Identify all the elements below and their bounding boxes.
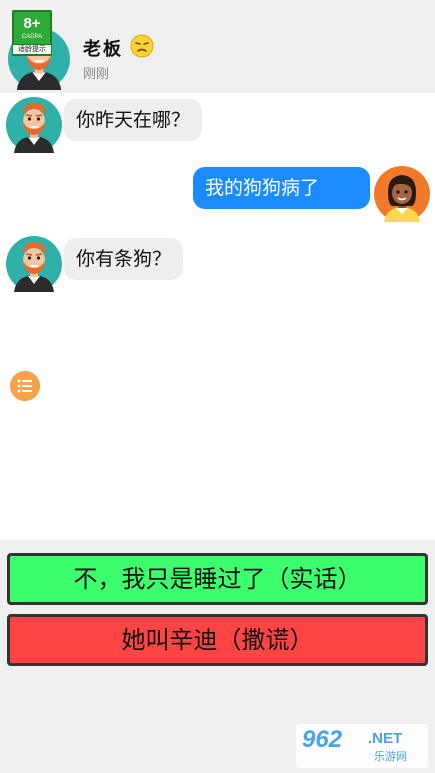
- age-rating-badge: 8+ CADPA 适龄提示: [12, 10, 52, 56]
- list-menu-icon[interactable]: [10, 371, 40, 401]
- truth-choice-button[interactable]: 不，我只是睡过了（实话）: [7, 553, 428, 605]
- player-avatar: [374, 166, 430, 222]
- worried-face-icon: [130, 34, 154, 58]
- site-watermark: 962 .NET 乐游网: [296, 724, 428, 768]
- age-rating-tip: 适龄提示: [12, 44, 52, 55]
- age-rating-code: CADPA: [21, 34, 43, 40]
- boss-avatar: [6, 236, 62, 292]
- message-bubble-incoming: 你有条狗？: [64, 238, 184, 280]
- chat-header: 8+ CADPA 适龄提示 老板 刚刚: [0, 0, 435, 93]
- boss-avatar: [6, 97, 62, 153]
- watermark-domain: .NET: [368, 730, 403, 747]
- message-bubble-outgoing: 我的狗狗病了: [193, 167, 370, 209]
- contact-name: 老板: [83, 39, 123, 60]
- age-rating-number: 8+: [23, 15, 41, 32]
- watermark-brand: 962: [302, 726, 343, 753]
- message-bubble-incoming: 你昨天在哪？: [64, 99, 203, 141]
- watermark-subtitle: 乐游网: [374, 750, 407, 763]
- last-seen-status: 刚刚: [83, 67, 110, 82]
- lie-choice-button[interactable]: 她叫辛迪（撒谎）: [7, 614, 428, 666]
